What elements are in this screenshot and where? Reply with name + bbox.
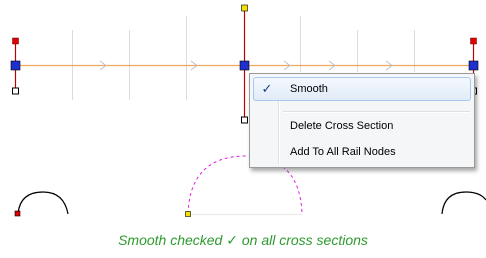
context-menu: ✓ Smooth Delete Cross Section Add To All… — [249, 73, 475, 168]
handle-bottom-middle[interactable] — [241, 116, 248, 124]
checkmark-icon: ✓ — [261, 81, 273, 96]
menu-item-add-to-all-rail-nodes-label: Add To All Rail Nodes — [290, 146, 396, 158]
handle-top-middle[interactable] — [241, 4, 248, 12]
rail-node-left[interactable] — [10, 60, 21, 71]
menu-item-add-to-all-rail-nodes[interactable]: Add To All Rail Nodes — [253, 140, 471, 164]
caption: Smooth checked ✓ on all cross sections — [118, 232, 368, 248]
profile-anchor-left[interactable] — [14, 210, 21, 217]
handle-top-right[interactable] — [470, 37, 477, 45]
menu-item-smooth[interactable]: ✓ Smooth — [253, 77, 471, 101]
menu-item-smooth-label: Smooth — [290, 83, 328, 95]
cross-section-middle[interactable] — [239, 4, 250, 124]
handle-bottom-left[interactable] — [12, 87, 19, 95]
cross-section-left[interactable] — [10, 37, 21, 95]
menu-item-delete-cross-section[interactable]: Delete Cross Section — [253, 114, 471, 138]
handle-top-left[interactable] — [12, 37, 19, 45]
profile-anchor-middle[interactable] — [185, 211, 191, 217]
rail-node-right[interactable] — [468, 60, 479, 71]
menu-separator — [283, 111, 470, 113]
rail-node-middle[interactable] — [239, 60, 250, 71]
profile-right[interactable] — [441, 191, 486, 215]
profile-left[interactable] — [14, 191, 69, 217]
menu-item-delete-cross-section-label: Delete Cross Section — [290, 120, 394, 132]
